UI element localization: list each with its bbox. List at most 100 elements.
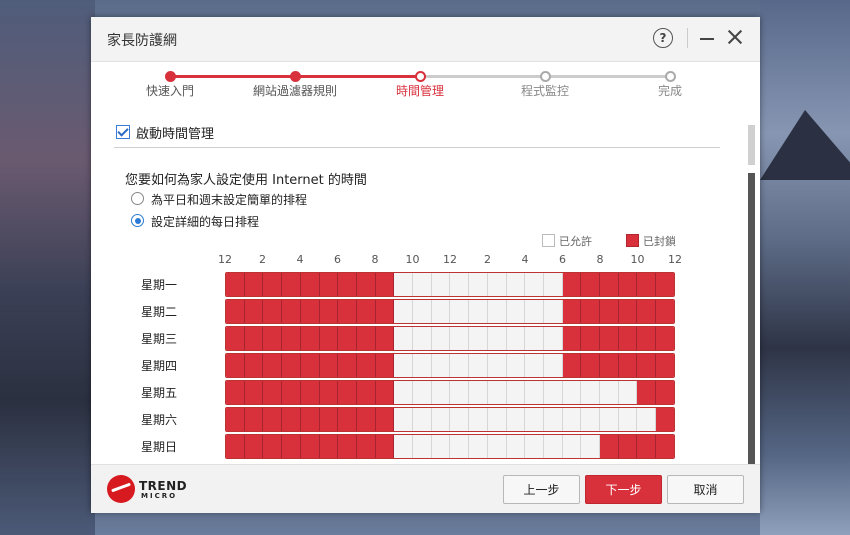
hour-cell[interactable] — [319, 381, 339, 404]
simple-schedule-label[interactable]: 為平日和週末設定簡單的排程 — [151, 191, 307, 208]
hour-cell[interactable] — [244, 435, 264, 458]
hour-cell[interactable] — [637, 354, 657, 377]
hour-cell[interactable] — [562, 381, 582, 404]
hour-cell[interactable] — [356, 300, 376, 323]
hour-cell[interactable] — [600, 354, 619, 377]
hour-cell[interactable] — [319, 300, 339, 323]
hour-cell[interactable] — [226, 381, 245, 404]
hour-cell[interactable] — [543, 300, 563, 323]
back-button[interactable]: 上一步 — [503, 475, 580, 504]
hour-cell[interactable] — [319, 354, 339, 377]
hour-cell[interactable] — [356, 327, 376, 350]
hour-cell[interactable] — [581, 381, 601, 404]
hour-cell[interactable] — [413, 435, 432, 458]
hour-cell[interactable] — [356, 435, 376, 458]
hour-cell[interactable] — [450, 408, 470, 431]
hour-cell[interactable] — [282, 408, 301, 431]
hour-cell[interactable] — [562, 327, 582, 350]
hour-cell[interactable] — [413, 327, 432, 350]
scrollbar-upper[interactable] — [748, 125, 755, 165]
hour-cell[interactable] — [394, 327, 414, 350]
hour-cell[interactable] — [525, 408, 544, 431]
hour-cell[interactable] — [394, 408, 414, 431]
hour-cell[interactable] — [600, 408, 619, 431]
detailed-schedule-label[interactable]: 設定詳細的每日排程 — [151, 213, 259, 230]
close-icon[interactable] — [727, 29, 743, 45]
hour-cell[interactable] — [562, 354, 582, 377]
hour-cell[interactable] — [394, 300, 414, 323]
hour-cell[interactable] — [581, 354, 601, 377]
hour-cell[interactable] — [600, 435, 619, 458]
hour-cell[interactable] — [562, 408, 582, 431]
hour-cell[interactable] — [338, 300, 357, 323]
hour-cell[interactable] — [244, 408, 264, 431]
hour-cell[interactable] — [637, 327, 657, 350]
hour-cell[interactable] — [581, 327, 601, 350]
hour-cell[interactable] — [506, 408, 526, 431]
hour-cell[interactable] — [543, 273, 563, 296]
hour-cell[interactable] — [469, 381, 488, 404]
hour-cell[interactable] — [413, 273, 432, 296]
hour-cell[interactable] — [394, 354, 414, 377]
hour-cell[interactable] — [469, 273, 488, 296]
day-schedule-row[interactable] — [225, 380, 675, 405]
hour-cell[interactable] — [375, 354, 395, 377]
hour-cell[interactable] — [637, 273, 657, 296]
hour-cell[interactable] — [600, 381, 619, 404]
hour-cell[interactable] — [263, 408, 283, 431]
hour-cell[interactable] — [506, 354, 526, 377]
hour-cell[interactable] — [282, 273, 301, 296]
help-icon[interactable]: ? — [653, 28, 673, 48]
hour-cell[interactable] — [244, 327, 264, 350]
hour-cell[interactable] — [282, 327, 301, 350]
day-schedule-row[interactable] — [225, 407, 675, 432]
hour-cell[interactable] — [525, 273, 544, 296]
hour-cell[interactable] — [319, 273, 339, 296]
hour-cell[interactable] — [450, 354, 470, 377]
hour-cell[interactable] — [656, 408, 674, 431]
enable-time-management-label[interactable]: 啟動時間管理 — [136, 123, 214, 142]
hour-cell[interactable] — [226, 435, 245, 458]
hour-cell[interactable] — [450, 300, 470, 323]
hour-cell[interactable] — [618, 327, 638, 350]
hour-cell[interactable] — [338, 273, 357, 296]
hour-cell[interactable] — [413, 381, 432, 404]
hour-cell[interactable] — [300, 408, 320, 431]
hour-cell[interactable] — [487, 354, 507, 377]
hour-cell[interactable] — [656, 273, 674, 296]
hour-cell[interactable] — [413, 300, 432, 323]
hour-cell[interactable] — [300, 300, 320, 323]
hour-cell[interactable] — [394, 381, 414, 404]
hour-cell[interactable] — [413, 354, 432, 377]
hour-cell[interactable] — [263, 300, 283, 323]
hour-cell[interactable] — [394, 273, 414, 296]
hour-cell[interactable] — [300, 435, 320, 458]
hour-cell[interactable] — [637, 300, 657, 323]
hour-cell[interactable] — [244, 273, 264, 296]
hour-cell[interactable] — [375, 327, 395, 350]
hour-cell[interactable] — [375, 381, 395, 404]
hour-cell[interactable] — [244, 300, 264, 323]
hour-cell[interactable] — [338, 381, 357, 404]
scrollbar-thumb[interactable] — [748, 173, 755, 465]
hour-cell[interactable] — [226, 408, 245, 431]
hour-cell[interactable] — [487, 435, 507, 458]
hour-cell[interactable] — [656, 354, 674, 377]
hour-cell[interactable] — [263, 273, 283, 296]
hour-cell[interactable] — [431, 327, 451, 350]
vertical-scrollbar[interactable] — [748, 125, 755, 465]
hour-cell[interactable] — [637, 408, 657, 431]
hour-cell[interactable] — [413, 408, 432, 431]
hour-cell[interactable] — [600, 300, 619, 323]
hour-cell[interactable] — [525, 327, 544, 350]
hour-cell[interactable] — [525, 435, 544, 458]
hour-cell[interactable] — [356, 381, 376, 404]
hour-cell[interactable] — [637, 435, 657, 458]
hour-cell[interactable] — [450, 435, 470, 458]
hour-cell[interactable] — [506, 327, 526, 350]
hour-cell[interactable] — [338, 327, 357, 350]
hour-cell[interactable] — [338, 408, 357, 431]
hour-cell[interactable] — [562, 435, 582, 458]
hour-cell[interactable] — [469, 435, 488, 458]
hour-cell[interactable] — [338, 354, 357, 377]
